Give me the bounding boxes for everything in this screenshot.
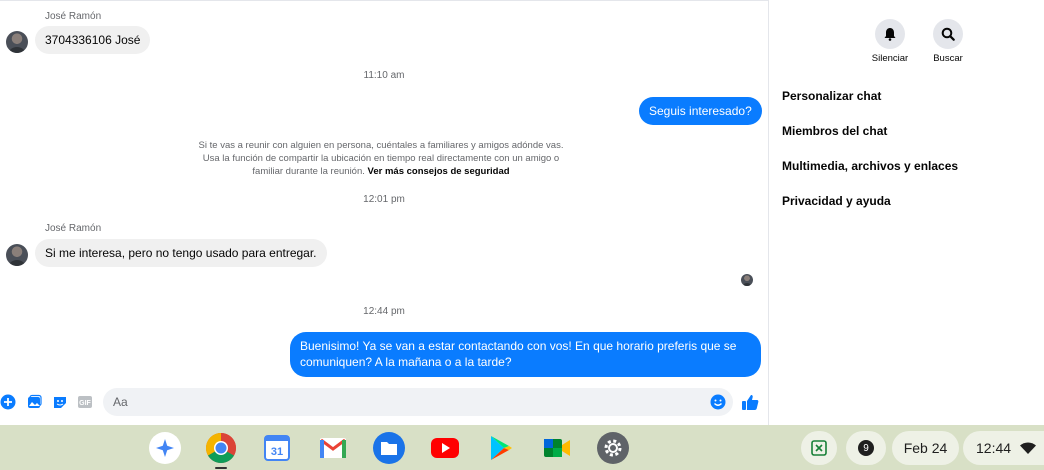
chat-details-pane: Silenciar Buscar Personalizar chat Miemb… bbox=[769, 0, 1044, 425]
menu-media-files-links[interactable]: Multimedia, archivos y enlaces bbox=[782, 159, 958, 173]
timestamp: 11:10 am bbox=[363, 70, 405, 81]
mute-button[interactable]: Silenciar bbox=[860, 19, 920, 64]
gmail-icon[interactable] bbox=[317, 432, 349, 464]
outgoing-message[interactable]: Seguis interesado? bbox=[639, 97, 762, 125]
files-icon[interactable] bbox=[373, 432, 405, 464]
safety-tips-link[interactable]: Ver más consejos de seguridad bbox=[368, 166, 510, 177]
tote-button[interactable] bbox=[801, 431, 837, 465]
search-icon bbox=[933, 19, 963, 49]
launcher-icon[interactable] bbox=[149, 432, 181, 464]
composer: GIF Aa bbox=[0, 387, 768, 417]
avatar[interactable] bbox=[6, 31, 28, 53]
shelf: 31 9 Feb 24 12:44 bbox=[0, 425, 1044, 470]
settings-icon[interactable] bbox=[597, 432, 629, 464]
search-button[interactable]: Buscar bbox=[918, 19, 978, 64]
notification-button[interactable]: 9 bbox=[846, 431, 886, 465]
menu-chat-members[interactable]: Miembros del chat bbox=[782, 124, 887, 138]
search-label: Buscar bbox=[933, 53, 963, 64]
meet-icon[interactable] bbox=[541, 432, 573, 464]
read-receipt-avatar bbox=[741, 274, 753, 286]
sheet-icon bbox=[811, 440, 827, 456]
safety-notice: Si te vas a reunir con alguien en person… bbox=[195, 139, 567, 178]
notification-count: 9 bbox=[858, 440, 874, 456]
clock: 12:44 bbox=[976, 440, 1012, 456]
message-input-placeholder: Aa bbox=[113, 395, 128, 409]
mute-label: Silenciar bbox=[871, 53, 909, 64]
sender-name: José Ramón bbox=[45, 223, 102, 234]
incoming-message[interactable]: Si me interesa, pero no tengo usado para… bbox=[35, 239, 327, 267]
bell-icon bbox=[875, 19, 905, 49]
photo-icon[interactable] bbox=[26, 394, 42, 410]
like-icon[interactable] bbox=[741, 393, 759, 411]
outgoing-message[interactable]: Buenisimo! Ya se van a estar contactando… bbox=[290, 332, 761, 377]
sticker-icon[interactable] bbox=[52, 394, 68, 410]
running-indicator bbox=[215, 467, 227, 469]
message-input[interactable]: Aa bbox=[103, 388, 733, 416]
sender-name: José Ramón bbox=[45, 11, 102, 22]
wifi-icon bbox=[1020, 442, 1037, 454]
calendar-day: 31 bbox=[271, 446, 283, 458]
menu-customize-chat[interactable]: Personalizar chat bbox=[782, 89, 881, 103]
play-store-icon[interactable] bbox=[485, 432, 517, 464]
timestamp: 12:44 pm bbox=[363, 306, 405, 317]
svg-text:GIF: GIF bbox=[79, 400, 91, 407]
incoming-message[interactable]: 3704336106 José bbox=[35, 26, 151, 54]
calendar-icon[interactable]: 31 bbox=[261, 432, 293, 464]
chat-pane: José Ramón 3704336106 José 11:10 am Segu… bbox=[0, 0, 768, 425]
chrome-icon[interactable] bbox=[205, 432, 237, 464]
status-tray[interactable]: 12:44 bbox=[963, 431, 1044, 465]
youtube-icon[interactable] bbox=[429, 432, 461, 464]
gif-icon[interactable]: GIF bbox=[77, 394, 93, 410]
avatar[interactable] bbox=[6, 244, 28, 266]
plus-icon[interactable] bbox=[0, 394, 16, 410]
date-tray[interactable]: Feb 24 bbox=[892, 431, 959, 465]
menu-privacy-help[interactable]: Privacidad y ayuda bbox=[782, 194, 891, 208]
emoji-icon[interactable] bbox=[710, 394, 726, 410]
timestamp: 12:01 pm bbox=[363, 194, 405, 205]
